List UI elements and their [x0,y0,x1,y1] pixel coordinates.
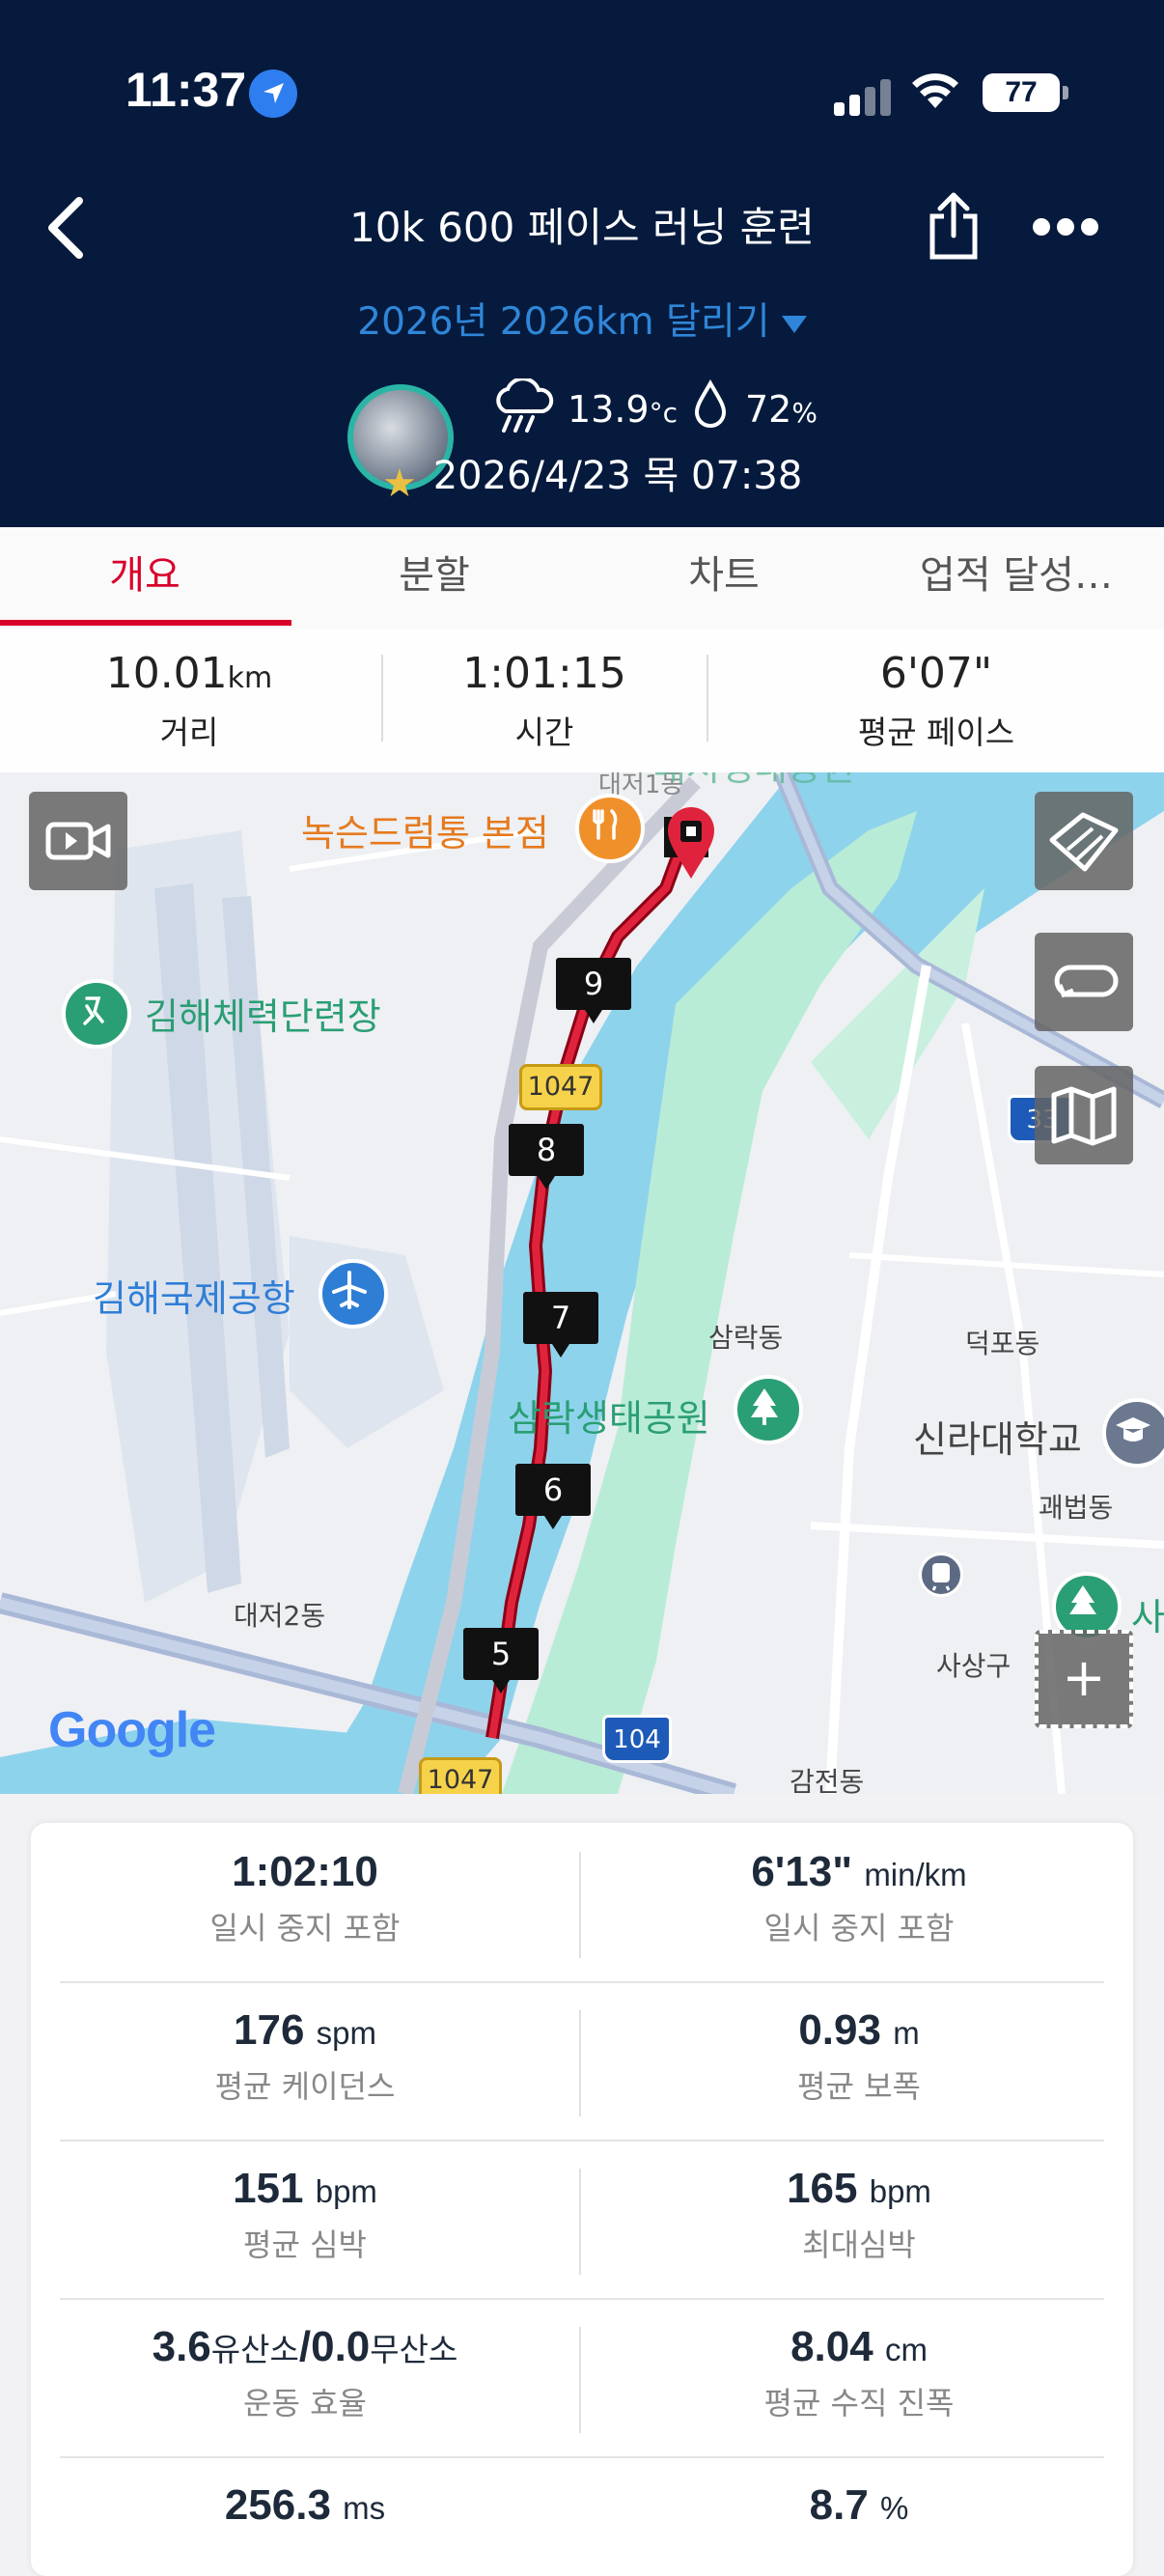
km-marker: 7 [523,1292,598,1358]
map-label-gym: 김해체력단련장 [145,995,381,1038]
location-arrow-icon [249,70,297,118]
dropdown-arrow-icon [781,315,807,333]
training-effect-stat: 3.6유산소/0.0무산소 운동 효율 [152,2323,458,2422]
restaurant-icon[interactable] [575,794,645,863]
distance-value: 10.01km [105,649,273,698]
video-replay-button[interactable] [29,792,127,890]
share-icon [929,192,978,260]
activity-datetime: 2026/4/23 목 07:38 [432,454,803,498]
route-end-pin-icon [654,798,732,888]
humidity: 72% [745,388,818,431]
cellular-signal-icon [834,77,892,116]
map-label-daejeo-park: 대저생태공원 [652,772,855,791]
divider [60,1981,1104,1983]
map-label-gwaebeop: 괘법동 [1039,1492,1114,1524]
header: 11:37 77 10k 600 페이스 러닝 훈련 2026년 2026km … [0,0,1164,527]
pace-label: 평균 페이스 [857,714,1015,751]
map-label-daejeo2: 대저2동 [234,1600,326,1632]
vertical-ratio-stat: 8.7 % [809,2481,909,2529]
divider [381,655,383,742]
share-button[interactable] [925,191,983,261]
map-layers-icon [1049,812,1119,872]
wifi-icon [909,70,961,116]
map-fold-icon [1051,1086,1117,1146]
map-style-button[interactable] [1035,792,1133,890]
cadence-stat: 176 spm 평균 케이던스 [214,2006,396,2105]
divider [579,1852,581,1958]
distance-label: 거리 [159,714,219,751]
tab-overview[interactable]: 개요 [0,527,290,630]
tab-bar: 개요 분할 차트 업적 달성… [0,527,1164,630]
map-view-button[interactable] [1035,1066,1133,1164]
status-time: 11:37 [125,63,247,117]
divider [707,655,708,742]
map-label-restaurant: 녹슨드럼통 본점 [301,812,549,854]
more-options-button[interactable] [1033,218,1106,241]
map-label-airport: 김해국제공항 [93,1277,295,1320]
avg-heart-rate-stat: 151 bpm 평균 심박 [233,2165,377,2263]
temperature: 13.9°c [568,388,679,431]
summary-strip: 10.01km 거리 1:01:15 시간 6'07" 평균 페이스 [0,630,1164,772]
map-label-deokpo: 덕포동 [965,1328,1040,1359]
page-title: 10k 600 페이스 러닝 훈련 [349,204,815,251]
loop-route-button[interactable] [1035,933,1133,1031]
tab-charts[interactable]: 차트 [579,527,869,630]
challenge-label: 2026년 2026km 달리기 [357,300,770,344]
map-label-partial: 사 [1131,1596,1164,1638]
loop-icon [1054,965,1119,998]
gym-icon[interactable] [62,979,131,1049]
vertical-oscillation-stat: 8.04 cm 평균 수직 진폭 [763,2323,955,2422]
subway-icon[interactable] [919,1553,963,1597]
university-icon[interactable] [1102,1398,1164,1468]
km-marker: 6 [515,1464,591,1529]
km-marker: 5 [463,1628,539,1694]
pace-value: 6'07" [879,649,993,698]
elapsed-pace-stat: 6'13" min/km 일시 중지 포함 [751,1848,967,1946]
divider [60,2456,1104,2458]
km-marker: 8 [509,1124,584,1190]
map-label-sasang: 사상구 [936,1650,1012,1682]
divider [579,2169,581,2275]
time-label: 시간 [514,714,574,751]
challenge-selector[interactable]: 2026년 2026km 달리기 [0,292,1164,346]
max-heart-rate-stat: 165 bpm 최대심박 [787,2165,931,2263]
airport-icon[interactable] [319,1259,388,1329]
map-label-university: 신라대학교 [913,1418,1082,1461]
zoom-in-button[interactable]: + [1035,1630,1133,1728]
route-map[interactable]: 대저1동 대저생태공원 녹슨드럼통 본점 김해체력단련장 김해국제공항 삼락동 … [0,772,1164,1794]
map-label-samrak: 삼락동 [708,1322,784,1354]
time-value: 1:01:15 [462,649,626,698]
battery-indicator: 77 [983,73,1068,112]
map-label-gamjeon: 감전동 [790,1766,865,1794]
route-shield: 1047 [519,1064,602,1110]
elapsed-time-stat: 1:02:10 일시 중지 포함 [209,1848,401,1946]
divider [579,2327,581,2433]
rain-cloud-icon [492,377,554,438]
stride-stat: 0.93 m 평균 보폭 [797,2006,921,2105]
divider [579,2010,581,2116]
stats-card: 1:02:10 일시 중지 포함 6'13" min/km 일시 중지 포함 1… [31,1823,1133,2576]
ground-contact-stat: 256.3 ms [224,2481,386,2529]
park-tree-icon[interactable] [734,1375,803,1444]
tab-splits[interactable]: 분할 [290,527,579,630]
divider [60,2298,1104,2300]
active-tab-indicator [0,620,291,626]
video-camera-icon [45,822,111,860]
divider [60,2140,1104,2142]
tab-achievements[interactable]: 업적 달성… [869,527,1164,630]
humidity-drop-icon [691,378,730,434]
km-marker: 9 [556,958,631,1023]
highway-shield: 104 [602,1715,672,1763]
google-logo: Google [48,1702,216,1758]
route-shield: 1047 [419,1757,502,1794]
map-label-samrak-park: 삼락생태공원 [508,1397,710,1440]
